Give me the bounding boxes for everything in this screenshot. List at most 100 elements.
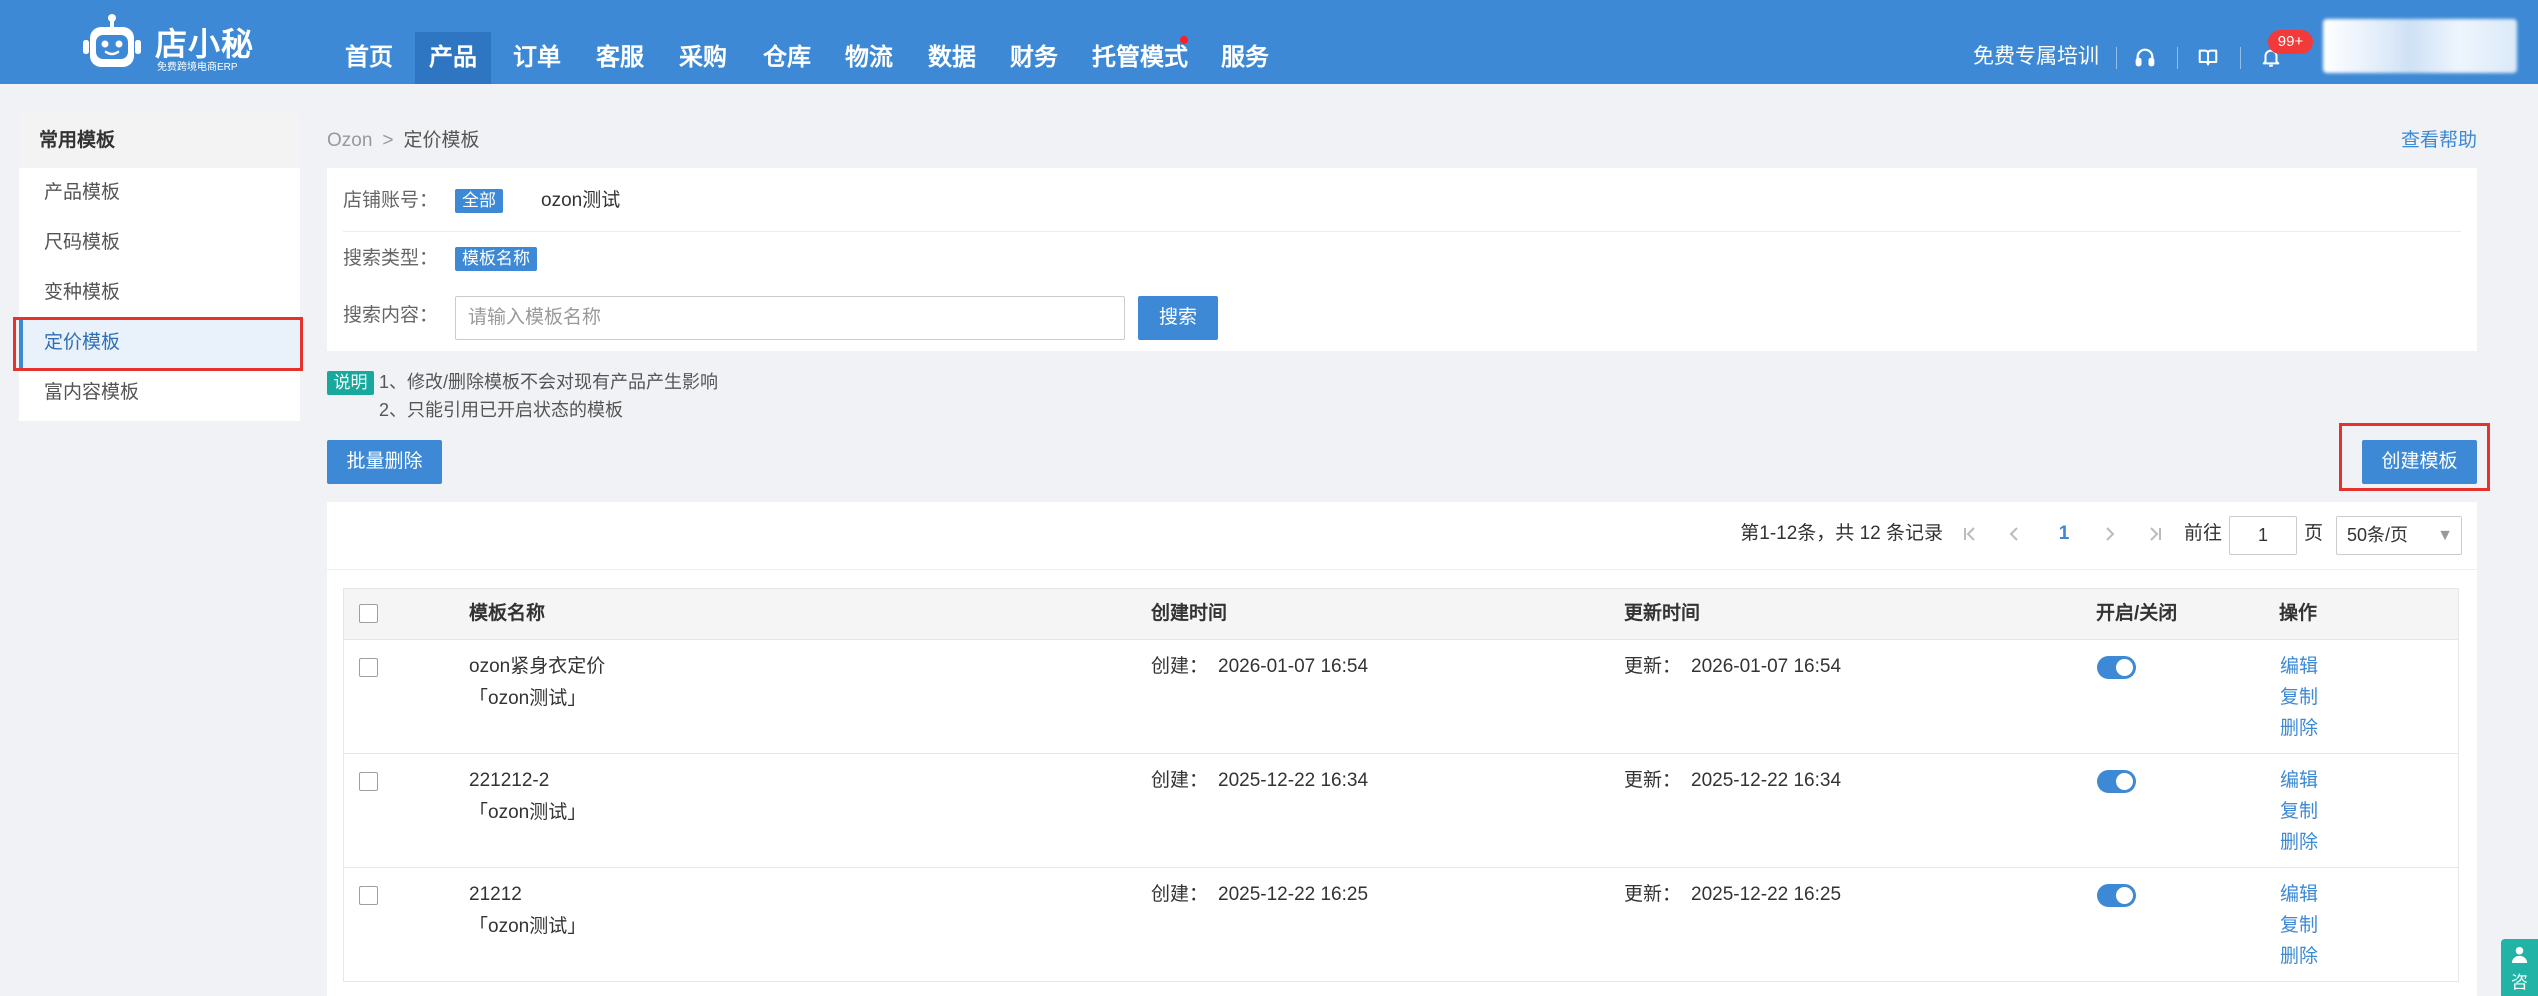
- first-page-icon[interactable]: [1961, 525, 1979, 543]
- nav-item-customer-service[interactable]: 客服: [582, 32, 658, 84]
- bulk-delete-button[interactable]: 批量删除: [327, 440, 442, 484]
- robot-logo-icon[interactable]: [81, 13, 143, 75]
- headset-icon[interactable]: [2134, 46, 2156, 68]
- template-name[interactable]: ozon紧身衣定价: [469, 651, 605, 683]
- goto-page-input[interactable]: [2229, 516, 2297, 555]
- notice-line: 1、修改/删除模板不会对现有产品产生影响: [379, 372, 719, 392]
- search-type-label: 搜索类型：: [343, 248, 439, 269]
- created-time-cell: 创建： 2025-12-22 16:25: [1151, 879, 1368, 911]
- logo-brand-name[interactable]: 店小秘: [155, 26, 254, 62]
- updated-time: 2025-12-22 16:25: [1691, 884, 1842, 905]
- sidebar-item-rich-content-templates[interactable]: 富内容模板: [19, 368, 300, 418]
- delete-link[interactable]: 删除: [2280, 713, 2318, 744]
- delete-link[interactable]: 删除: [2280, 941, 2318, 972]
- nav-item-purchasing[interactable]: 采购: [665, 32, 741, 84]
- row-checkbox[interactable]: [359, 772, 378, 791]
- status-toggle[interactable]: [2097, 884, 2136, 907]
- nav-item-label: 采购: [679, 44, 727, 71]
- nav-item-label: 仓库: [763, 44, 811, 71]
- search-content-label: 搜索内容：: [343, 305, 439, 326]
- next-page-icon[interactable]: [2100, 525, 2118, 543]
- free-training-link[interactable]: 免费专属培训: [1973, 45, 2099, 69]
- page-size-select[interactable]: 50条/页 ▼: [2336, 516, 2462, 555]
- filter-divider: [343, 231, 2461, 232]
- edit-link[interactable]: 编辑: [2280, 765, 2318, 796]
- nav-item-warehouse[interactable]: 仓库: [749, 32, 825, 84]
- header-divider: [2240, 47, 2241, 69]
- created-prefix: 创建：: [1151, 656, 1209, 677]
- last-page-icon[interactable]: [2146, 525, 2164, 543]
- nav-item-data[interactable]: 数据: [914, 32, 990, 84]
- person-icon: [2510, 945, 2529, 964]
- shop-account-label: 店铺账号：: [343, 190, 439, 211]
- notice-line: 2、只能引用已开启状态的模板: [379, 400, 624, 420]
- nav-item-products[interactable]: 产品: [415, 32, 491, 84]
- help-link[interactable]: 查看帮助: [2401, 129, 2477, 153]
- updated-time-cell: 更新： 2025-12-22 16:34: [1624, 765, 1841, 797]
- template-name[interactable]: 221212-2: [469, 765, 586, 797]
- book-icon[interactable]: [2197, 46, 2219, 68]
- updated-time: 2025-12-22 16:34: [1691, 770, 1842, 791]
- user-account-menu[interactable]: [2323, 19, 2517, 73]
- select-all-checkbox[interactable]: [359, 604, 378, 623]
- delete-link[interactable]: 删除: [2280, 827, 2318, 858]
- shop-option-all[interactable]: 全部: [455, 189, 503, 213]
- edit-link[interactable]: 编辑: [2280, 879, 2318, 910]
- pagination-bar: 第1-12条，共 12 条记录 1 前往 页 50条/页 ▼: [327, 502, 2477, 570]
- toggle-knob: [2116, 773, 2133, 790]
- create-template-button[interactable]: 创建模板: [2362, 440, 2477, 484]
- status-toggle[interactable]: [2097, 770, 2136, 793]
- pagination-summary: 第1-12条，共 12 条记录: [1740, 523, 1943, 544]
- row-actions: 编辑 复制 删除: [2280, 651, 2318, 744]
- search-type-option-template-name[interactable]: 模板名称: [455, 247, 537, 271]
- template-name-cell: 221212-2 「ozon测试」: [469, 765, 586, 829]
- copy-link[interactable]: 复制: [2280, 796, 2318, 827]
- created-prefix: 创建：: [1151, 770, 1209, 791]
- nav-item-managed-mode[interactable]: 托管模式: [1085, 32, 1195, 84]
- nav-item-finance[interactable]: 财务: [996, 32, 1072, 84]
- nav-item-orders[interactable]: 订单: [499, 32, 575, 84]
- goto-label: 前往: [2184, 523, 2223, 544]
- shop-option-ozon-test[interactable]: ozon测试: [541, 188, 620, 214]
- row-checkbox[interactable]: [359, 658, 378, 677]
- breadcrumb-current: 定价模板: [403, 130, 480, 151]
- sidebar-item-pricing-templates[interactable]: 定价模板: [19, 318, 300, 368]
- page-size-value: 50条/页: [2347, 525, 2409, 545]
- copy-link[interactable]: 复制: [2280, 682, 2318, 713]
- nav-item-label: 客服: [596, 44, 644, 71]
- sidebar-item-product-templates[interactable]: 产品模板: [19, 168, 300, 218]
- created-time-cell: 创建： 2026-01-07 16:54: [1151, 651, 1368, 683]
- status-toggle[interactable]: [2097, 656, 2136, 679]
- breadcrumb-root[interactable]: Ozon: [327, 130, 372, 151]
- nav-item-logistics[interactable]: 物流: [831, 32, 907, 84]
- updated-time-cell: 更新： 2025-12-22 16:25: [1624, 879, 1841, 911]
- template-name[interactable]: 21212: [469, 879, 586, 911]
- table-row: 21212 「ozon测试」 创建： 2025-12-22 16:25 更新： 20…: [343, 868, 2459, 982]
- prev-page-icon[interactable]: [2006, 525, 2024, 543]
- created-time: 2025-12-22 16:34: [1218, 770, 1369, 791]
- copy-link[interactable]: 复制: [2280, 910, 2318, 941]
- nav-item-home[interactable]: 首页: [331, 32, 407, 84]
- search-input[interactable]: [455, 296, 1125, 340]
- updated-prefix: 更新：: [1624, 656, 1682, 677]
- edit-link[interactable]: 编辑: [2280, 651, 2318, 682]
- nav-item-label: 订单: [513, 44, 561, 71]
- sidebar-item-size-templates[interactable]: 尺码模板: [19, 218, 300, 268]
- column-header-name: 模板名称: [469, 603, 546, 624]
- consult-label: 咨: [2511, 973, 2528, 992]
- updated-time-cell: 更新： 2026-01-07 16:54: [1624, 651, 1841, 683]
- consult-widget[interactable]: 咨: [2501, 939, 2538, 996]
- table-row: ozon紧身衣定价 「ozon测试」 创建： 2026-01-07 16:54 更…: [343, 640, 2459, 754]
- row-checkbox[interactable]: [359, 886, 378, 905]
- sidebar-item-variant-templates[interactable]: 变种模板: [19, 268, 300, 318]
- notification-badge: 99+: [2268, 30, 2313, 54]
- header-divider: [2177, 47, 2178, 69]
- template-list-panel: 第1-12条，共 12 条记录 1 前往 页 50条/页 ▼ 模板名称 创建时间…: [327, 502, 2477, 996]
- updated-prefix: 更新：: [1624, 770, 1682, 791]
- nav-item-services[interactable]: 服务: [1207, 32, 1283, 84]
- toggle-knob: [2116, 659, 2133, 676]
- search-button[interactable]: 搜索: [1138, 296, 1218, 340]
- template-sidebar: 常用模板 产品模板 尺码模板 变种模板 定价模板 富内容模板: [19, 113, 300, 421]
- current-page-number[interactable]: 1: [2054, 522, 2074, 546]
- created-time: 2025-12-22 16:25: [1218, 884, 1369, 905]
